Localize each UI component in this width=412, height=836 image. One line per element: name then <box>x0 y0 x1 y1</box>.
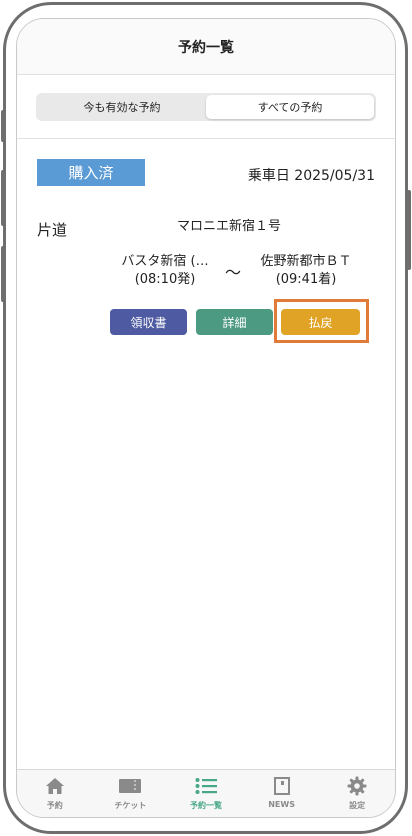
tab-settings[interactable]: 設定 <box>319 770 395 817</box>
refund-button[interactable]: 払戻 <box>281 309 360 335</box>
arrival-stop-name: 佐野新都市ＢＴ <box>260 254 352 269</box>
reservation-filter-segmented-control: 今も有効な予約 すべての予約 <box>36 92 376 121</box>
detail-button[interactable]: 詳細 <box>196 309 273 335</box>
receipt-button[interactable]: 領収書 <box>110 309 187 335</box>
ride-date: 乗車日 2025/05/31 <box>247 168 375 184</box>
route-separator: ～ <box>225 263 242 282</box>
tab-label: チケット <box>114 801 147 810</box>
app-header: 予約一覧 <box>17 19 395 75</box>
phone-side-button <box>407 190 411 270</box>
gear-icon <box>346 776 368 796</box>
tab-reservation-list[interactable]: 予約一覧 <box>168 770 244 817</box>
filter-bar: 今も有効な予約 すべての予約 <box>17 75 395 139</box>
home-icon <box>44 776 66 796</box>
phone-side-button <box>1 246 5 302</box>
tab-reserve[interactable]: 予約 <box>17 770 93 817</box>
page-title: 予約一覧 <box>178 39 234 56</box>
app-screen: 予約一覧 今も有効な予約 すべての予約 購入済 乗車日 2025/05/31 片… <box>16 18 396 818</box>
news-icon <box>271 776 293 796</box>
list-icon <box>195 776 217 796</box>
tab-label: 予約 <box>46 801 63 810</box>
reservation-card: 購入済 乗車日 2025/05/31 片道 マロニエ新宿１号 バスタ新宿 (… … <box>17 139 395 343</box>
segment-active-reservations[interactable]: 今も有効な予約 <box>38 95 206 119</box>
tab-label: NEWS <box>268 800 295 809</box>
segment-all-reservations[interactable]: すべての予約 <box>206 94 374 119</box>
phone-side-button <box>1 110 5 142</box>
service-name: マロニエ新宿１号 <box>177 219 282 234</box>
trip-type: 片道 <box>37 221 68 239</box>
status-badge: 購入済 <box>37 159 145 186</box>
arrival-time: (09:41着) <box>275 272 337 287</box>
bottom-tab-bar: 予約 チケット 予約一覧 NEWS 設定 <box>17 769 395 817</box>
departure-time: (08:10発) <box>134 272 196 287</box>
arrival-stop: 佐野新都市ＢＴ (09:41着) <box>247 253 365 289</box>
phone-side-button <box>1 170 5 226</box>
ticket-icon <box>119 776 142 796</box>
tab-label: 予約一覧 <box>189 801 222 810</box>
tab-news[interactable]: NEWS <box>244 770 320 817</box>
departure-stop-name: バスタ新宿 (… <box>121 254 209 269</box>
tab-label: 設定 <box>349 801 366 810</box>
departure-stop: バスタ新宿 (… (08:10発) <box>111 253 219 289</box>
tab-ticket[interactable]: チケット <box>93 770 169 817</box>
